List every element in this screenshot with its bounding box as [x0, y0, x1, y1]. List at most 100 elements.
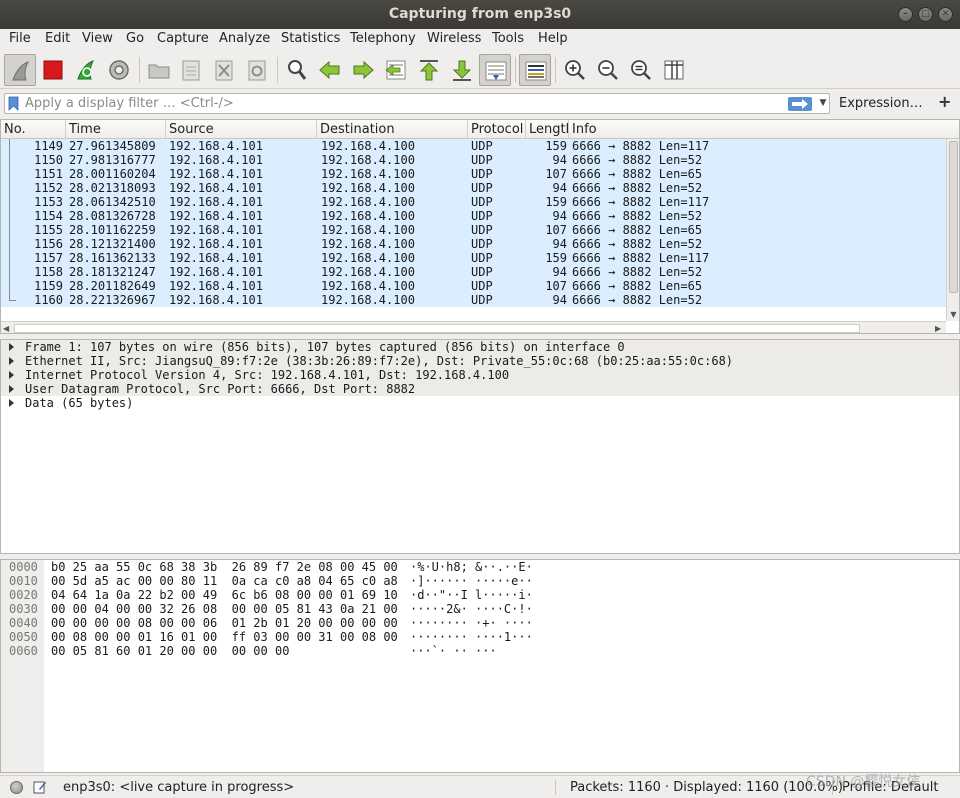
- packet-info: 6666 → 8882 Len=117: [572, 139, 710, 153]
- find-packet-icon[interactable]: [281, 54, 313, 86]
- bytes-hex[interactable]: 04 64 1a 0a 22 b2 00 49 6c b6 08 00 00 0…: [51, 588, 398, 602]
- bytes-row: 0000 b0 25 aa 55 0c 68 38 3b 26 89 f7 2e …: [1, 560, 959, 574]
- maximize-icon[interactable]: □: [918, 7, 933, 22]
- bytes-hex[interactable]: b0 25 aa 55 0c 68 38 3b 26 89 f7 2e 08 0…: [51, 560, 398, 574]
- detail-tree-item[interactable]: User Datagram Protocol, Src Port: 6666, …: [1, 382, 959, 396]
- packet-destination: 192.168.4.100: [321, 181, 415, 195]
- menu-file[interactable]: File: [9, 31, 31, 46]
- column-header-protocol[interactable]: Protocol: [468, 120, 526, 139]
- packet-list-vertical-scrollbar[interactable]: ▼: [946, 139, 959, 321]
- menu-help[interactable]: Help: [538, 31, 568, 46]
- capture-options-icon[interactable]: [103, 54, 135, 86]
- shark-fin-start-icon[interactable]: [4, 54, 36, 86]
- packet-no: 1158: [34, 265, 63, 279]
- column-header-length[interactable]: Length: [526, 120, 569, 139]
- open-file-icon[interactable]: [143, 54, 175, 86]
- detail-tree-item[interactable]: Data (65 bytes): [1, 396, 959, 410]
- menu-view[interactable]: View: [82, 31, 113, 46]
- zoom-out-icon[interactable]: [592, 54, 624, 86]
- autoscroll-icon[interactable]: [479, 54, 511, 86]
- expand-arrow-icon[interactable]: [9, 385, 14, 393]
- bytes-hex[interactable]: 00 00 00 00 08 00 00 06 01 2b 01 20 00 0…: [51, 616, 398, 630]
- go-forward-icon[interactable]: [347, 54, 379, 86]
- zoom-in-icon[interactable]: [559, 54, 591, 86]
- menu-analyze[interactable]: Analyze: [219, 31, 270, 46]
- packet-row[interactable]: 1150 27.981316777 192.168.4.101 192.168.4.1…: [1, 153, 946, 167]
- menu-telephony[interactable]: Telephony: [350, 31, 416, 46]
- bytes-ascii[interactable]: ········ ·+· ····: [410, 616, 533, 630]
- close-icon[interactable]: ✕: [938, 7, 953, 22]
- apply-filter-arrow-icon[interactable]: [788, 97, 812, 111]
- packet-row[interactable]: 1157 28.161362133 192.168.4.101 192.168.4.1…: [1, 251, 946, 265]
- bytes-hex[interactable]: 00 08 00 00 01 16 01 00 ff 03 00 00 31 0…: [51, 630, 398, 644]
- reload-file-icon[interactable]: [241, 54, 273, 86]
- resize-columns-icon[interactable]: [658, 54, 690, 86]
- bytes-ascii[interactable]: ···`· ·· ···: [410, 644, 497, 658]
- filter-history-chevron-down-icon[interactable]: ▼: [817, 96, 829, 111]
- bytes-hex[interactable]: 00 5d a5 ac 00 00 80 11 0a ca c0 a8 04 6…: [51, 574, 398, 588]
- column-header-destination[interactable]: Destination: [317, 120, 468, 139]
- detail-tree-item[interactable]: Frame 1: 107 bytes on wire (856 bits), 1…: [1, 340, 959, 354]
- menu-go[interactable]: Go: [126, 31, 144, 46]
- stop-capture-icon[interactable]: [37, 54, 69, 86]
- scroll-left-icon[interactable]: ◀: [3, 322, 9, 333]
- packet-row[interactable]: 1153 28.061342510 192.168.4.101 192.168.4.1…: [1, 195, 946, 209]
- packet-row[interactable]: 1158 28.181321247 192.168.4.101 192.168.4.1…: [1, 265, 946, 279]
- packet-row[interactable]: 1159 28.201182649 192.168.4.101 192.168.4.1…: [1, 279, 946, 293]
- packet-list-horizontal-scrollbar[interactable]: ◀ ▶: [1, 321, 946, 333]
- packet-row[interactable]: 1154 28.081326728 192.168.4.101 192.168.4.1…: [1, 209, 946, 223]
- expand-arrow-icon[interactable]: [9, 357, 14, 365]
- bytes-ascii[interactable]: ·%·U·h8; &··.··E·: [410, 560, 533, 574]
- bytes-ascii[interactable]: ·····2&· ····C·!·: [410, 602, 533, 616]
- menu-wireless[interactable]: Wireless: [427, 31, 481, 46]
- expert-info-led-icon[interactable]: [10, 781, 23, 794]
- packet-row[interactable]: 1160 28.221326967 192.168.4.101 192.168.4.1…: [1, 293, 946, 307]
- packet-row[interactable]: 1151 28.001160204 192.168.4.101 192.168.4.1…: [1, 167, 946, 181]
- minimize-icon[interactable]: –: [898, 7, 913, 22]
- packet-row[interactable]: 1152 28.021318093 192.168.4.101 192.168.4.1…: [1, 181, 946, 195]
- menu-tools[interactable]: Tools: [492, 31, 524, 46]
- column-header-time[interactable]: Time: [66, 120, 166, 139]
- menu-statistics[interactable]: Statistics: [281, 31, 340, 46]
- zoom-normal-icon[interactable]: [625, 54, 657, 86]
- column-header-source[interactable]: Source: [166, 120, 317, 139]
- bytes-ascii[interactable]: ········ ····1···: [410, 630, 533, 644]
- scroll-down-icon[interactable]: ▼: [947, 310, 959, 319]
- bytes-ascii[interactable]: ·d··"··I l·····i·: [410, 588, 533, 602]
- expand-arrow-icon[interactable]: [9, 343, 14, 351]
- packet-length: 159: [545, 195, 567, 209]
- bytes-ascii[interactable]: ·]······ ·····e··: [410, 574, 533, 588]
- menu-edit[interactable]: Edit: [45, 31, 70, 46]
- packet-row[interactable]: 1155 28.101162259 192.168.4.101 192.168.4.1…: [1, 223, 946, 237]
- go-back-icon[interactable]: [314, 54, 346, 86]
- close-file-icon[interactable]: [208, 54, 240, 86]
- go-last-icon[interactable]: [446, 54, 478, 86]
- packet-row[interactable]: 1149 27.961345809 192.168.4.101 192.168.4.1…: [1, 139, 946, 153]
- bytes-hex[interactable]: 00 05 81 60 01 20 00 00 00 00 00: [51, 644, 289, 658]
- packet-no: 1157: [34, 251, 63, 265]
- packet-length: 94: [552, 153, 567, 167]
- capture-comment-edit-icon[interactable]: [33, 780, 47, 794]
- colorize-icon[interactable]: [519, 54, 551, 86]
- detail-tree-item[interactable]: Ethernet II, Src: JiangsuQ_89:f7:2e (38:…: [1, 354, 959, 368]
- column-header-info[interactable]: Info: [569, 120, 959, 139]
- go-first-icon[interactable]: [413, 54, 445, 86]
- detail-tree-item[interactable]: Internet Protocol Version 4, Src: 192.16…: [1, 368, 959, 382]
- scrollbar-thumb[interactable]: [949, 141, 958, 293]
- menu-capture[interactable]: Capture: [157, 31, 209, 46]
- column-header-no[interactable]: No.: [1, 120, 66, 139]
- packet-row[interactable]: 1156 28.121321400 192.168.4.101 192.168.4.1…: [1, 237, 946, 251]
- expand-arrow-icon[interactable]: [9, 371, 14, 379]
- expand-arrow-icon[interactable]: [9, 399, 14, 407]
- packet-destination: 192.168.4.100: [321, 237, 415, 251]
- expression-button[interactable]: Expression…: [839, 96, 923, 111]
- bytes-hex[interactable]: 00 00 04 00 00 32 26 08 00 00 05 81 43 0…: [51, 602, 398, 616]
- go-to-packet-icon[interactable]: [380, 54, 412, 86]
- display-filter-input[interactable]: [25, 95, 785, 112]
- save-file-icon[interactable]: [175, 54, 207, 86]
- bookmark-icon[interactable]: [8, 96, 19, 111]
- add-filter-button[interactable]: +: [938, 92, 951, 111]
- scrollbar-thumb[interactable]: [14, 324, 860, 333]
- scroll-right-icon[interactable]: ▶: [935, 322, 941, 333]
- restart-capture-icon[interactable]: [70, 54, 102, 86]
